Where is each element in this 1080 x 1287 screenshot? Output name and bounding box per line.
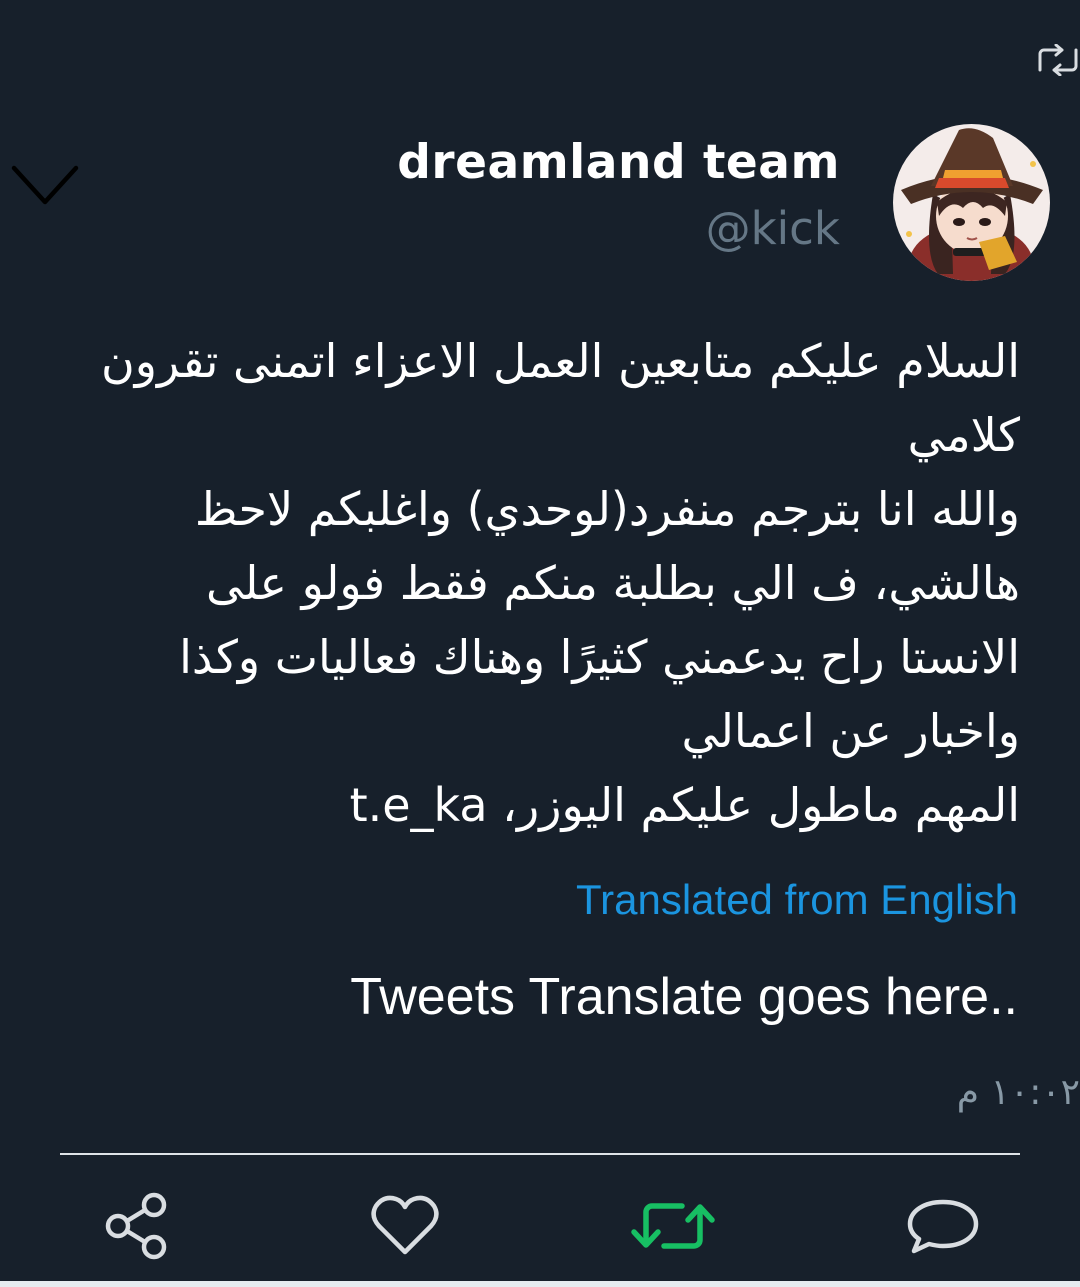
bottom-edge bbox=[0, 1281, 1080, 1287]
share-icon bbox=[102, 1191, 172, 1265]
user-handle[interactable]: @kick bbox=[706, 200, 840, 258]
translated-tweet-text: Tweets Translate goes here.. bbox=[350, 968, 1018, 1026]
avatar[interactable] bbox=[893, 124, 1050, 281]
heart-icon bbox=[370, 1194, 440, 1262]
display-name[interactable]: dreamland team bbox=[397, 132, 840, 194]
like-button[interactable] bbox=[360, 1188, 450, 1268]
tweet-text: السلام عليكم متابعين العمل الاعزاء اتمنى… bbox=[100, 334, 1020, 832]
share-button[interactable] bbox=[92, 1188, 182, 1268]
divider bbox=[60, 1153, 1020, 1155]
retweet-indicator-icon bbox=[1036, 43, 1080, 77]
translated-from-link[interactable]: Translated from English bbox=[576, 870, 1018, 930]
reply-bubble-icon bbox=[906, 1197, 980, 1259]
retweet-button[interactable] bbox=[628, 1188, 718, 1268]
reply-button[interactable] bbox=[898, 1188, 988, 1268]
tweet-timestamp: ١٠:٠٢ م bbox=[956, 1072, 1080, 1113]
chevron-down-icon[interactable] bbox=[10, 160, 80, 212]
retweet-icon bbox=[630, 1198, 716, 1258]
